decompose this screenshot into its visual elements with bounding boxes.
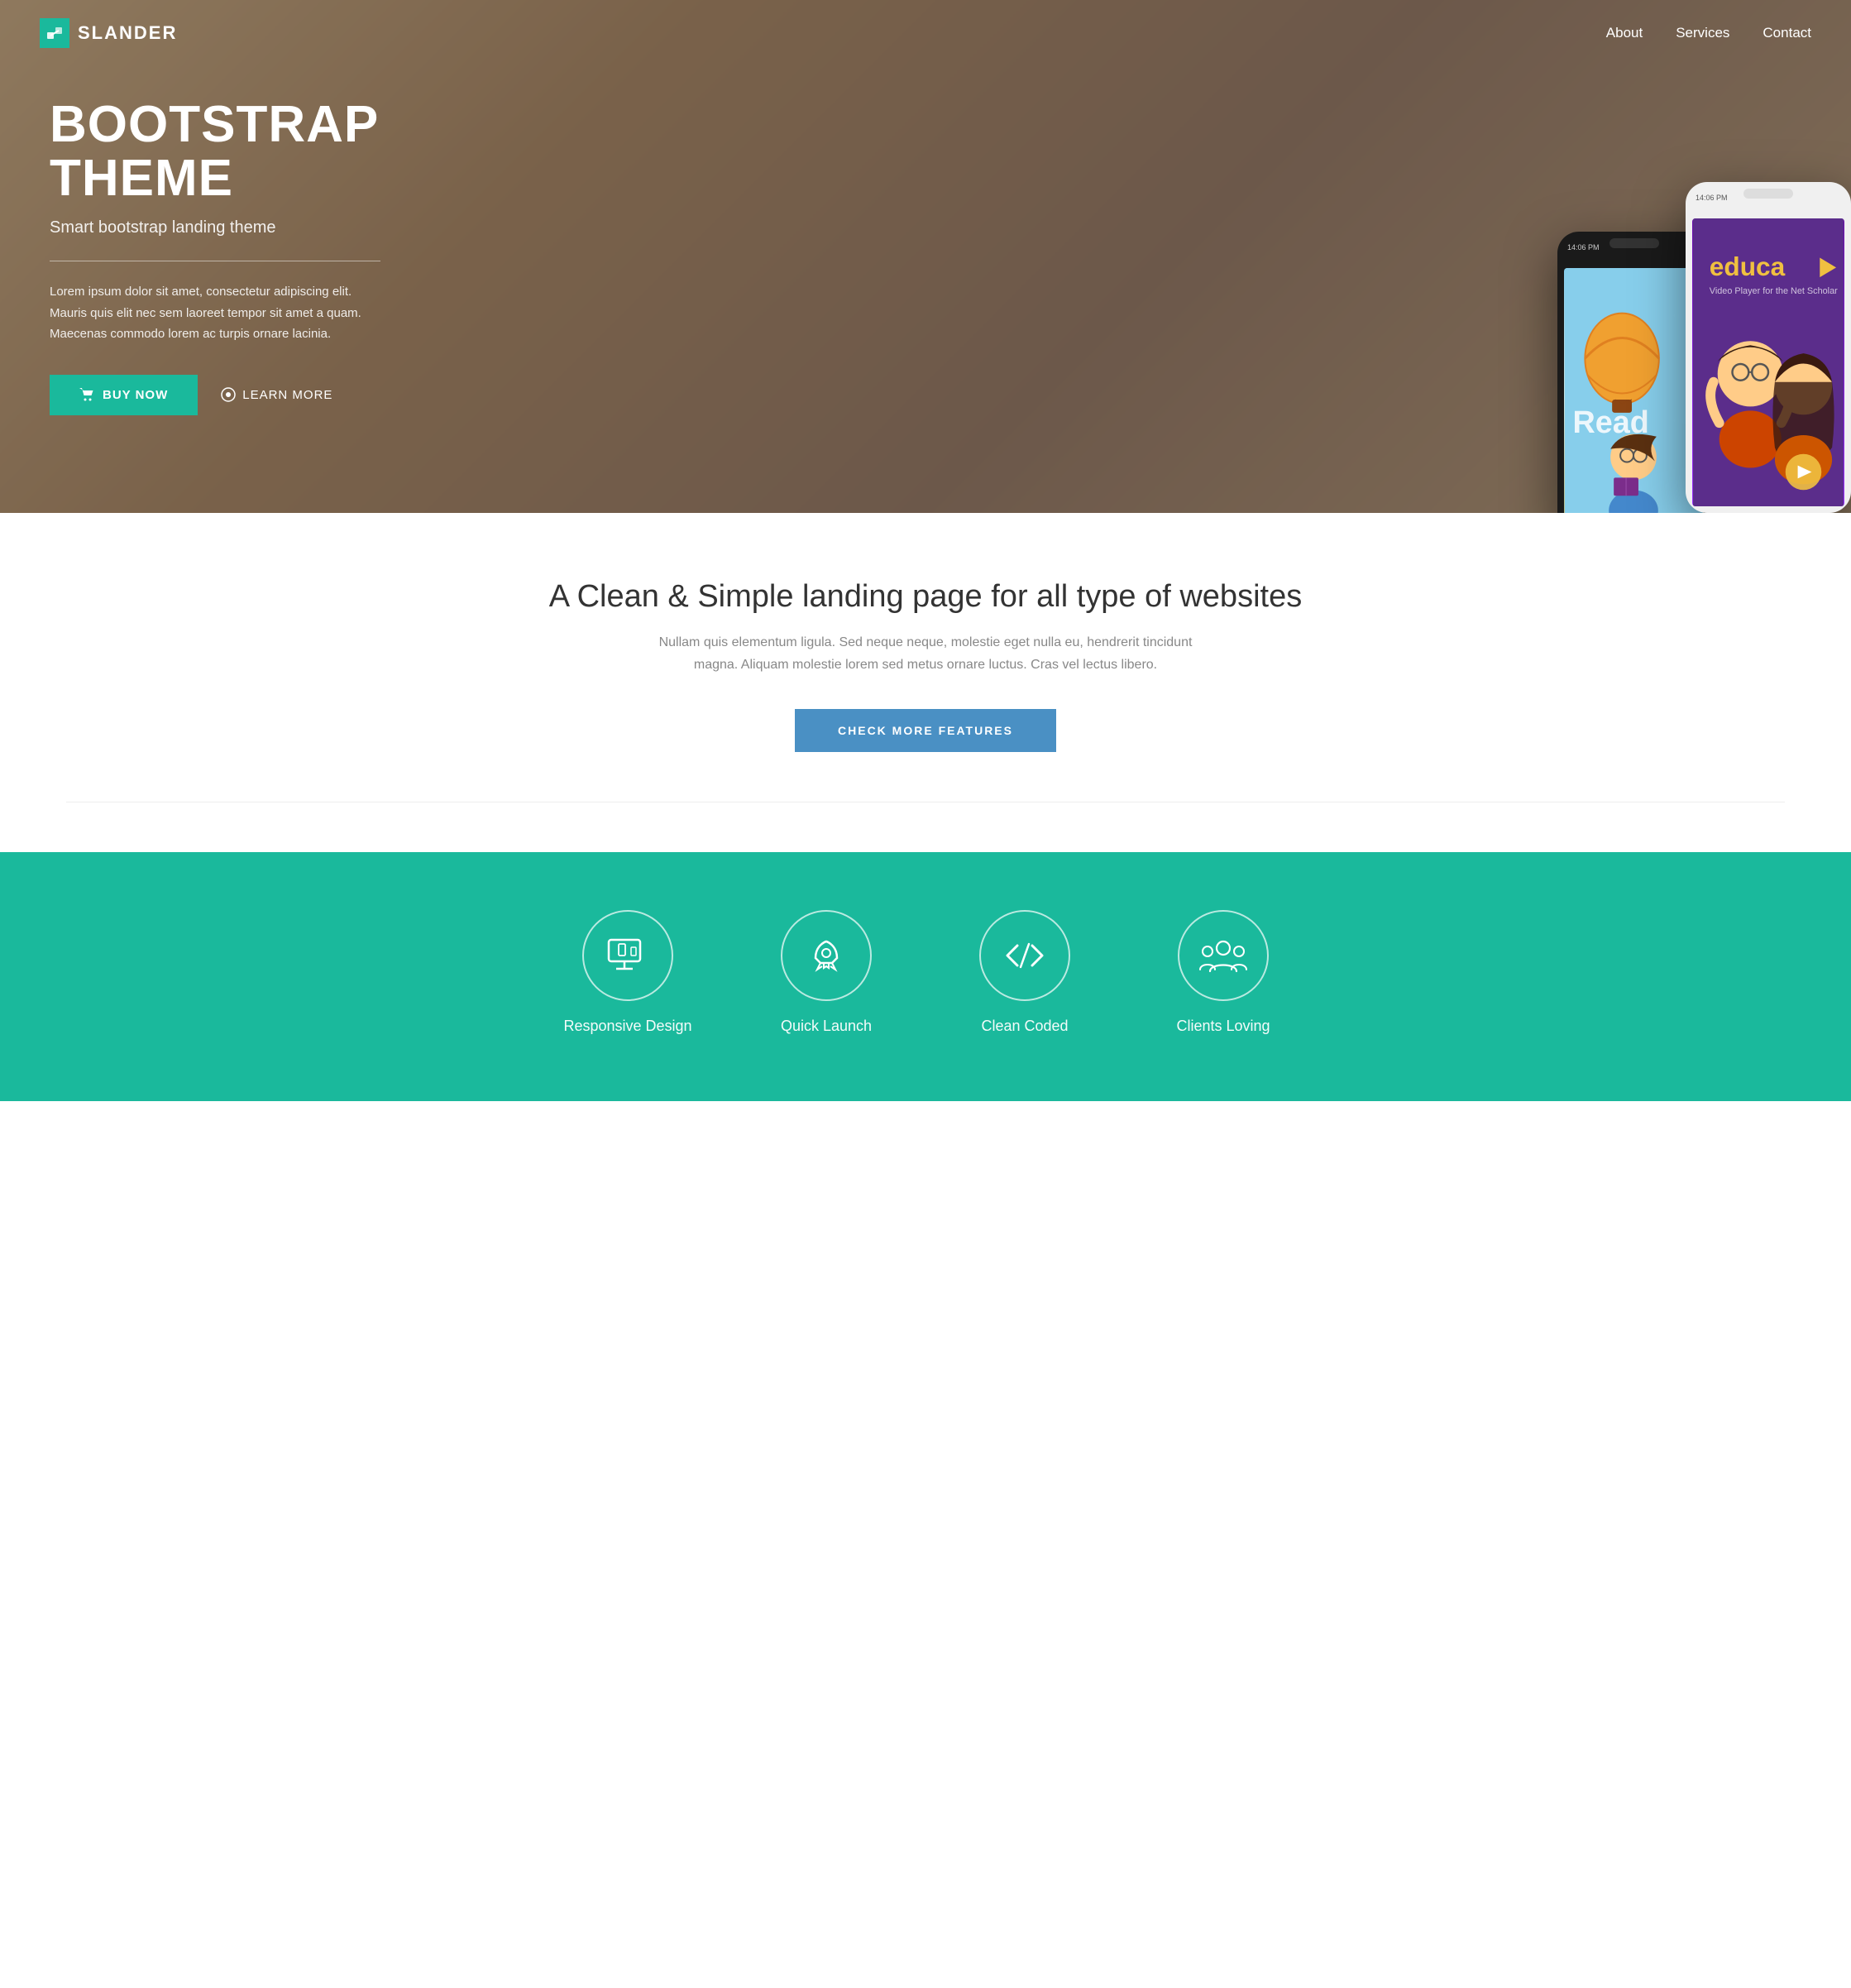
clients-loving-icon-circle bbox=[1178, 910, 1269, 1001]
logo[interactable]: SLANDER bbox=[40, 18, 177, 48]
phone-notch-white bbox=[1743, 189, 1793, 199]
feature-quick-launch: Quick Launch bbox=[752, 910, 901, 1035]
clean-simple-body: Nullam quis elementum ligula. Sed neque … bbox=[636, 631, 1215, 676]
feature-clients-loving: Clients Loving bbox=[1149, 910, 1298, 1035]
hero-title: BOOTSTRAP THEME bbox=[50, 98, 380, 205]
people-icon bbox=[1199, 937, 1247, 975]
hero-content: BOOTSTRAP THEME Smart bootstrap landing … bbox=[0, 98, 430, 415]
monitor-icon bbox=[606, 937, 649, 974]
phone-white: 14:06 PM educa Video Player for the Net … bbox=[1686, 182, 1851, 513]
svg-text:Read: Read bbox=[1572, 405, 1648, 440]
buy-now-button[interactable]: BUY NOW bbox=[50, 375, 198, 415]
features-grid: Responsive Design Quick Launch bbox=[512, 910, 1339, 1035]
hero-subtitle: Smart bootstrap landing theme bbox=[50, 218, 380, 237]
rocket-icon bbox=[806, 935, 847, 976]
feature-clean-coded: Clean Coded bbox=[950, 910, 1099, 1035]
responsive-label: Responsive Design bbox=[563, 1018, 691, 1035]
feature-responsive: Responsive Design bbox=[553, 910, 702, 1035]
nav-services[interactable]: Services bbox=[1676, 25, 1729, 41]
clients-loving-label: Clients Loving bbox=[1176, 1018, 1270, 1035]
cart-icon bbox=[79, 388, 94, 401]
hero-body-text: Lorem ipsum dolor sit amet, consectetur … bbox=[50, 281, 380, 345]
hero-section: BOOTSTRAP THEME Smart bootstrap landing … bbox=[0, 0, 1851, 513]
nav-contact[interactable]: Contact bbox=[1763, 25, 1811, 41]
phone-time-white: 14:06 PM bbox=[1696, 194, 1728, 202]
code-icon bbox=[1002, 939, 1047, 972]
phone-screen-read: Read bbox=[1564, 268, 1704, 513]
hero-buttons: BUY NOW LEARN MORE bbox=[50, 375, 380, 415]
svg-text:Video Player for the Net Schol: Video Player for the Net Scholar bbox=[1710, 286, 1838, 296]
phone-screen-educa: educa Video Player for the Net Scholar bbox=[1692, 218, 1844, 506]
circle-icon bbox=[221, 387, 236, 402]
phone-time-black: 14:06 PM bbox=[1567, 243, 1600, 251]
nav-links: About Services Contact bbox=[1606, 25, 1811, 41]
features-section: Responsive Design Quick Launch bbox=[0, 852, 1851, 1101]
clean-simple-section: A Clean & Simple landing page for all ty… bbox=[0, 513, 1851, 852]
nav-about[interactable]: About bbox=[1606, 25, 1643, 41]
quick-launch-icon-circle bbox=[781, 910, 872, 1001]
clean-coded-icon-circle bbox=[979, 910, 1070, 1001]
hero-phones: 14:06 PM bbox=[1557, 182, 1851, 513]
clean-simple-heading: A Clean & Simple landing page for all ty… bbox=[33, 579, 1818, 615]
logo-text: SLANDER bbox=[78, 22, 177, 44]
phone-notch-black bbox=[1609, 238, 1659, 248]
check-features-button[interactable]: CHECK MORE FEATURES bbox=[795, 709, 1056, 752]
navbar: SLANDER About Services Contact bbox=[0, 0, 1851, 66]
responsive-icon-circle bbox=[582, 910, 673, 1001]
learn-more-button[interactable]: LEARN MORE bbox=[221, 387, 332, 402]
logo-icon bbox=[40, 18, 69, 48]
clean-coded-label: Clean Coded bbox=[981, 1018, 1068, 1035]
svg-text:educa: educa bbox=[1710, 251, 1786, 281]
quick-launch-label: Quick Launch bbox=[781, 1018, 872, 1035]
